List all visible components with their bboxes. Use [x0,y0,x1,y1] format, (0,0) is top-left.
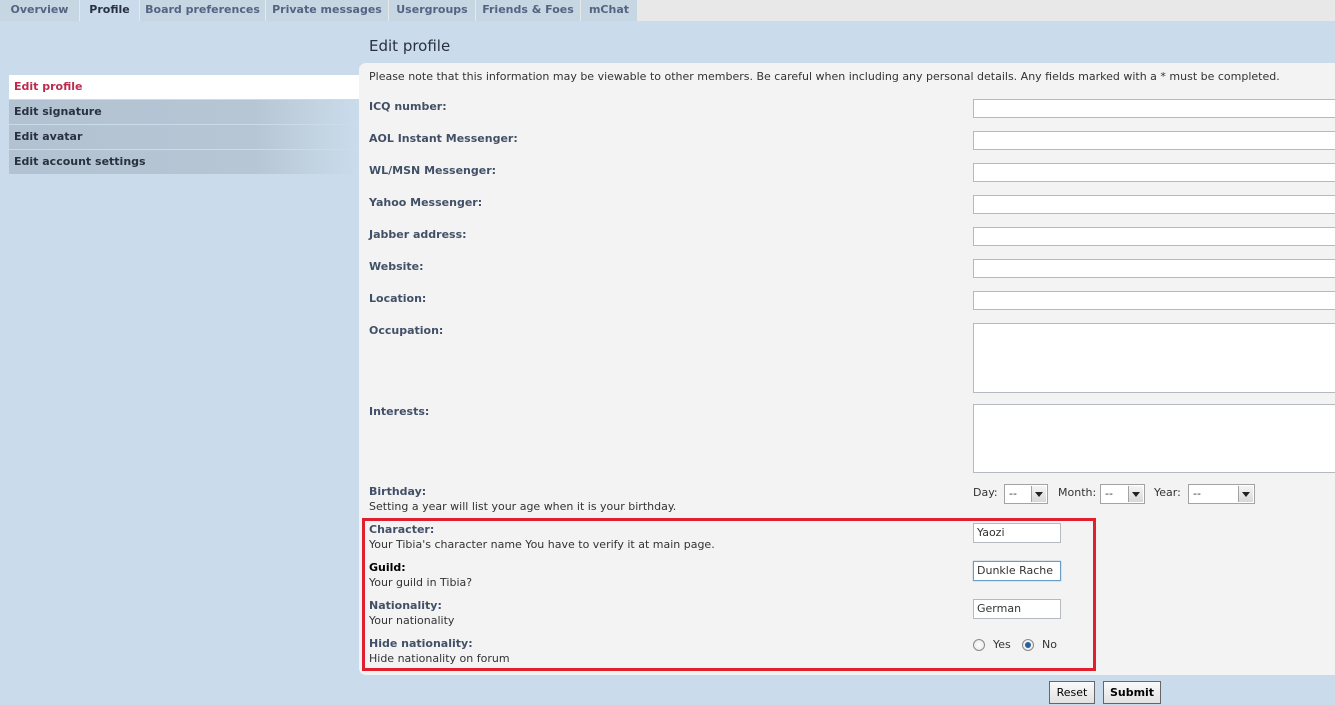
tab-private-messages[interactable]: Private messages [266,0,389,21]
chevron-down-icon [1238,486,1253,502]
reset-button[interactable]: Reset [1049,681,1095,704]
sidebar-item-edit-avatar[interactable]: Edit avatar [9,125,359,149]
chevron-down-icon [1031,486,1046,502]
icq-label: ICQ number: [369,100,447,113]
birthday-label: Birthday: [369,485,427,498]
yahoo-input[interactable] [973,195,1335,214]
occupation-textarea[interactable] [973,323,1335,393]
page-title: Edit profile [369,37,451,55]
interests-label: Interests: [369,405,430,418]
tab-usergroups[interactable]: Usergroups [389,0,476,21]
birthday-month-value: -- [1105,487,1113,500]
location-label: Location: [369,292,427,305]
aol-input[interactable] [973,131,1335,150]
sidebar-item-edit-signature[interactable]: Edit signature [9,100,359,124]
birthday-year-label: Year: [1154,486,1181,499]
tab-mchat[interactable]: mChat [581,0,638,21]
tab-board-preferences[interactable]: Board preferences [140,0,266,21]
jabber-input[interactable] [973,227,1335,246]
chevron-down-icon [1128,486,1143,502]
birthday-explain: Setting a year will list your age when i… [369,500,677,513]
birthday-month-label: Month: [1058,486,1097,499]
location-input[interactable] [973,291,1335,310]
privacy-note: Please note that this information may be… [369,70,1280,83]
birthday-year-select[interactable]: -- [1188,484,1255,504]
sidebar-item-edit-profile[interactable]: Edit profile [9,75,359,99]
tab-overview[interactable]: Overview [0,0,80,21]
submit-button[interactable]: Submit [1103,681,1161,704]
birthday-day-label: Day: [973,486,998,499]
birthday-month-select[interactable]: -- [1100,484,1145,504]
interests-textarea[interactable] [973,404,1335,473]
sidebar-item-edit-account-settings[interactable]: Edit account settings [9,150,359,174]
highlight-box [362,518,1096,671]
msn-label: WL/MSN Messenger: [369,164,497,177]
birthday-day-select[interactable]: -- [1004,484,1048,504]
birthday-day-value: -- [1009,487,1017,500]
aol-label: AOL Instant Messenger: [369,132,518,145]
website-input[interactable] [973,259,1335,278]
tab-profile[interactable]: Profile [80,0,140,21]
birthday-year-value: -- [1193,487,1201,500]
sidebar-nav: Edit profile Edit signature Edit avatar … [9,75,359,175]
msn-input[interactable] [973,163,1335,182]
tab-friends-foes[interactable]: Friends & Foes [476,0,581,21]
website-label: Website: [369,260,424,273]
icq-input[interactable] [973,99,1335,118]
occupation-label: Occupation: [369,324,444,337]
yahoo-label: Yahoo Messenger: [369,196,483,209]
tab-bar: Overview Profile Board preferences Priva… [0,0,1335,22]
jabber-label: Jabber address: [369,228,467,241]
